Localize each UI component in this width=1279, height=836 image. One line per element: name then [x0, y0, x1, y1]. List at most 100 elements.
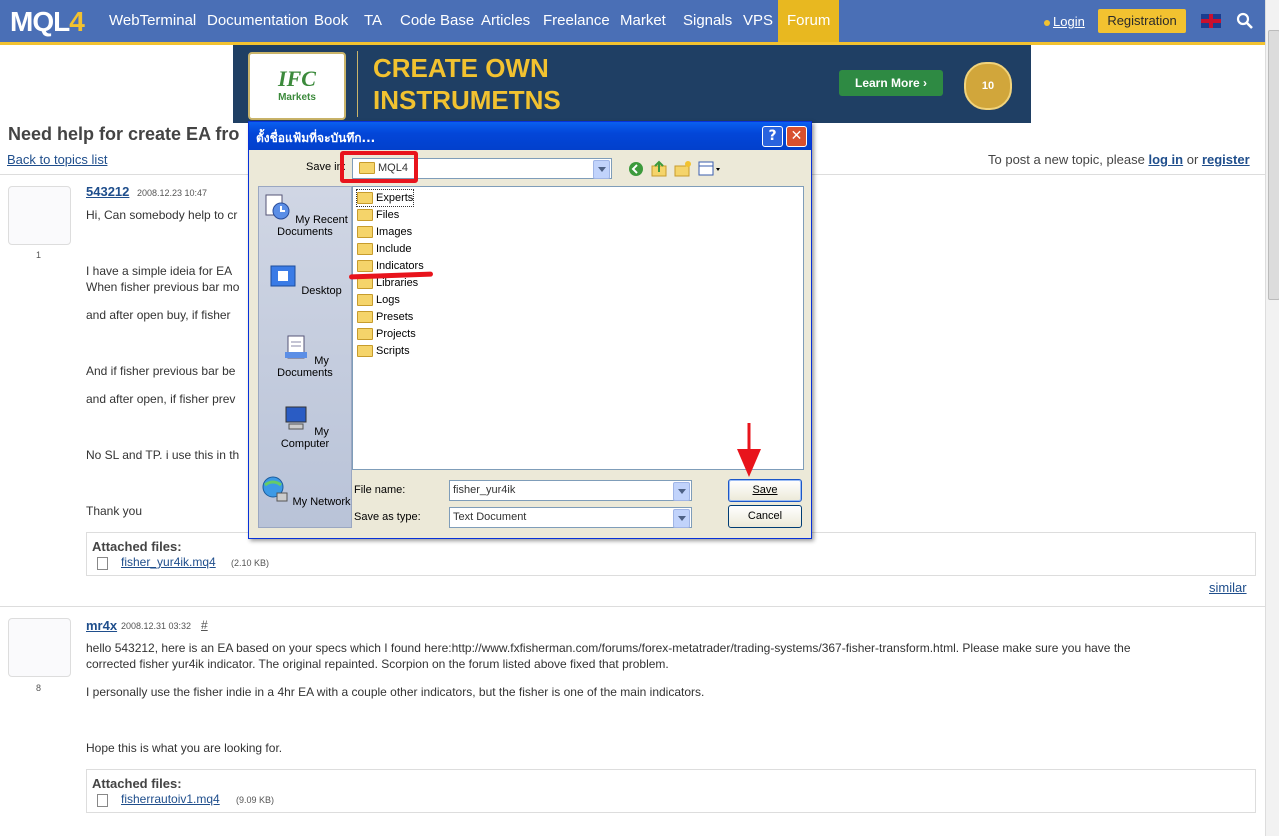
ad-banner[interactable]: IFC Markets CREATE OWN INSTRUMETNS Learn…: [233, 45, 1031, 123]
attachment-link[interactable]: fisher_yur4ik.mq4: [121, 555, 216, 569]
folder-icon: [357, 260, 373, 273]
my-computer-icon: [285, 406, 307, 430]
places-bar: My Recent Documents Desktop My Documents…: [258, 186, 352, 528]
nav-ta[interactable]: TA: [364, 0, 382, 42]
banner-headline-2: INSTRUMETNS: [373, 85, 561, 115]
folder-icon: [357, 209, 373, 222]
similar-link[interactable]: similar: [1209, 580, 1247, 595]
list-item[interactable]: Files: [357, 207, 399, 223]
nav-code-base[interactable]: Code Base: [400, 0, 474, 42]
learn-more-button[interactable]: Learn More ›: [839, 70, 943, 96]
chevron-down-icon[interactable]: [593, 160, 610, 179]
my-documents-icon: [285, 335, 308, 359]
list-item[interactable]: Presets: [357, 309, 413, 325]
nav-forum[interactable]: Forum: [778, 0, 840, 42]
page-title: Need help for create EA fro: [8, 124, 240, 144]
place-my-computer[interactable]: My Computer: [259, 405, 351, 450]
folder-icon: [357, 311, 373, 324]
post-line: corrected fisher yur4ik indicator. The o…: [86, 657, 669, 671]
nav-webterminal[interactable]: WebTerminal: [109, 0, 196, 42]
place-my-documents[interactable]: My Documents: [259, 334, 351, 379]
post-line: When fisher previous bar mo: [86, 280, 240, 294]
folder-icon: [357, 192, 373, 205]
user-icon: [1044, 20, 1050, 26]
save-type-label: Save as type:: [354, 511, 421, 523]
desktop-icon: [270, 265, 296, 287]
chevron-down-icon[interactable]: [673, 509, 690, 528]
nav-articles[interactable]: Articles: [481, 0, 530, 42]
folder-icon: [357, 328, 373, 341]
top-navigation: MQL4 WebTerminal Documentation Book TA C…: [0, 0, 1265, 45]
close-button[interactable]: ✕: [786, 126, 807, 147]
registration-button[interactable]: Registration: [1098, 9, 1186, 33]
file-icon: [97, 557, 108, 570]
post-line: I have a simple ideia for EA: [86, 264, 233, 278]
new-folder-icon[interactable]: [674, 160, 692, 178]
nav-vps[interactable]: VPS: [743, 0, 773, 42]
post-line: I personally use the fisher indie in a 4…: [86, 685, 705, 699]
dialog-title: ตั้งชื่อแฟ้มที่จะบันทึก...: [256, 131, 376, 145]
attachment-size: (9.09 KB): [236, 795, 275, 805]
nav-freelance[interactable]: Freelance: [543, 0, 610, 42]
place-my-network[interactable]: My Network: [259, 475, 351, 508]
folder-icon: [357, 243, 373, 256]
post-line: and after open buy, if fisher: [86, 308, 231, 322]
register-link[interactable]: register: [1202, 152, 1250, 167]
file-name-label: File name:: [354, 484, 406, 496]
page-scrollbar[interactable]: [1265, 0, 1279, 836]
nav-signals[interactable]: Signals: [683, 0, 732, 42]
ifc-markets-logo: IFC Markets: [248, 52, 346, 120]
banner-headline-1: CREATE OWN: [373, 53, 549, 83]
avatar[interactable]: [8, 618, 71, 677]
login-link[interactable]: Login: [1044, 14, 1085, 29]
chevron-down-icon[interactable]: [673, 482, 690, 501]
new-topic-notice: To post a new topic, please log in or re…: [988, 152, 1250, 167]
back-to-topics-link[interactable]: Back to topics list: [7, 152, 107, 167]
save-type-select[interactable]: Text Document: [449, 507, 692, 528]
place-recent-documents[interactable]: My Recent Documents: [259, 193, 351, 238]
user-rank: 1: [35, 250, 41, 260]
help-button[interactable]: ?: [762, 126, 783, 147]
list-item[interactable]: Logs: [357, 292, 400, 308]
up-folder-icon[interactable]: [650, 160, 668, 178]
list-item[interactable]: Images: [357, 224, 412, 240]
scrollbar-thumb[interactable]: [1268, 30, 1279, 300]
save-button[interactable]: Save: [728, 479, 802, 502]
highlight-box: [340, 151, 418, 183]
attached-files-box: Attached files: fisherrautoiv1.mq4 (9.09…: [86, 769, 1256, 813]
uk-flag-icon[interactable]: [1201, 14, 1221, 28]
view-menu-icon[interactable]: [698, 160, 722, 178]
nav-market[interactable]: Market: [620, 0, 666, 42]
back-icon[interactable]: [628, 161, 644, 177]
list-item[interactable]: Projects: [357, 326, 416, 342]
list-item[interactable]: Include: [357, 241, 411, 257]
attachment-link[interactable]: fisherrautoiv1.mq4: [121, 792, 220, 806]
post-time: 2008.12.23 10:47: [137, 188, 208, 198]
file-name-field[interactable]: fisher_yur4ik: [449, 480, 692, 501]
list-item[interactable]: Experts: [355, 189, 415, 207]
search-icon[interactable]: [1236, 12, 1254, 30]
post-author[interactable]: mr4x: [86, 618, 117, 633]
cancel-button[interactable]: Cancel: [728, 505, 802, 528]
post-time: 2008.12.31 03:32: [121, 621, 192, 631]
post-line: Hope this is what you are looking for.: [86, 741, 283, 755]
post-permalink[interactable]: #: [201, 618, 208, 632]
avatar[interactable]: [8, 186, 71, 245]
post-line: And if fisher previous bar be: [86, 364, 236, 378]
nav-book[interactable]: Book: [314, 0, 348, 42]
mql4-logo[interactable]: MQL4: [10, 6, 85, 38]
award-medal-icon: 10: [964, 62, 1012, 110]
list-item[interactable]: Scripts: [357, 343, 410, 359]
place-desktop[interactable]: Desktop: [259, 264, 351, 297]
my-network-icon: [262, 476, 288, 502]
attached-files-heading: Attached files:: [92, 539, 182, 554]
dialog-titlebar[interactable]: ตั้งชื่อแฟ้มที่จะบันทึก... ? ✕: [249, 122, 811, 150]
arrow-down-annotation: [737, 423, 761, 477]
user-rank: 8: [35, 683, 41, 693]
post-line: and after open, if fisher prev: [86, 392, 236, 406]
post-author[interactable]: 543212: [86, 184, 129, 199]
attachment-size: (2.10 KB): [231, 558, 270, 568]
folder-icon: [357, 226, 373, 239]
login-link-inline[interactable]: log in: [1148, 152, 1183, 167]
nav-documentation[interactable]: Documentation: [207, 0, 308, 42]
